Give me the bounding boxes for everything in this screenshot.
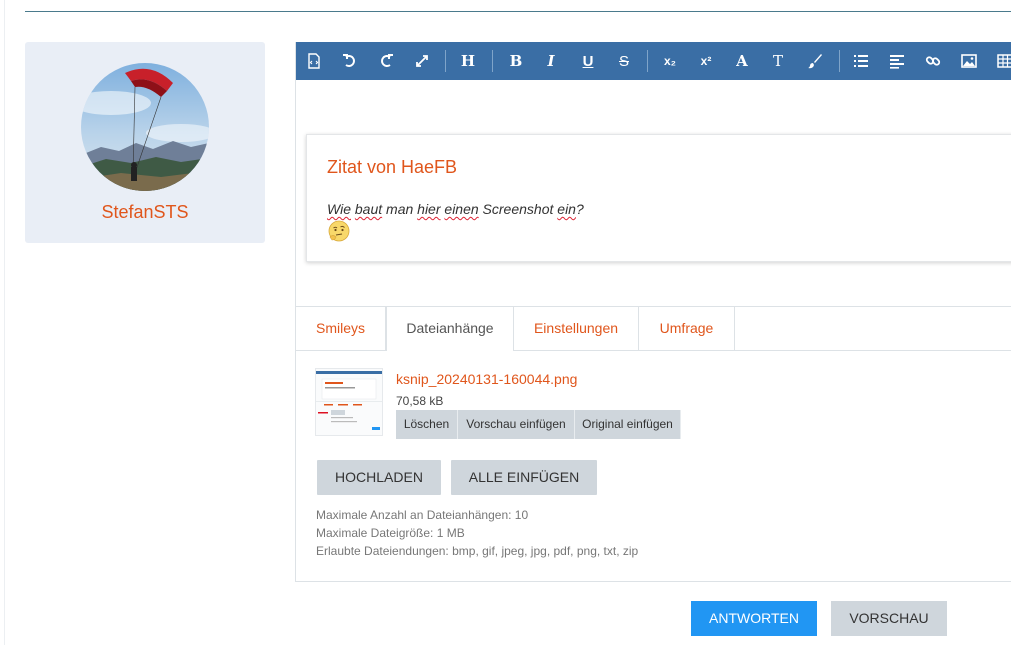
tab-settings[interactable]: Einstellungen [514,307,639,350]
heading-icon[interactable]: H [456,49,480,73]
redo-icon[interactable] [374,49,398,73]
quote-text-fragment: man [382,201,418,217]
top-divider [25,11,1011,12]
allowed-extensions-info: Erlaubte Dateiendungen: bmp, gif, jpeg, … [316,544,639,558]
author-card: StefanSTS [25,42,265,243]
link-icon[interactable] [921,49,945,73]
upload-button[interactable]: HOCHLADEN [317,460,441,495]
insert-all-button[interactable]: ALLE EINFÜGEN [451,460,597,495]
preview-button[interactable]: VORSCHAU [831,601,947,636]
undo-icon[interactable] [338,49,362,73]
editor: H B I U S x₂ x² A T Zitat von HaeFB Wie … [295,42,1011,582]
align-icon[interactable] [885,49,909,73]
font-color-icon[interactable]: A [730,49,754,73]
author-name[interactable]: StefanSTS [25,202,265,223]
misspelled-word: einen [444,201,479,217]
toolbar-separator [839,50,840,72]
source-icon[interactable] [302,49,326,73]
screenshot-thumbnail-icon [316,369,382,435]
tab-smileys[interactable]: Smileys [296,307,386,350]
image-icon[interactable] [957,49,981,73]
misspelled-word: Wie [327,201,351,217]
quote-title: Zitat von HaeFB [327,157,458,177]
table-icon[interactable] [993,49,1011,73]
tab-poll[interactable]: Umfrage [639,307,735,350]
quote-text-fragment: Screenshot [478,201,558,217]
editor-tabs: Smileys Dateianhänge Einstellungen Umfra… [296,306,1011,351]
max-attachments-info: Maximale Anzahl an Dateianhängen: 10 [316,508,529,522]
editor-toolbar: H B I U S x₂ x² A T [296,42,1011,80]
misspelled-word: ein [557,201,576,217]
tab-attachments[interactable]: Dateianhänge [386,307,514,351]
underline-icon[interactable]: U [576,49,600,73]
attachment-file-size: 70,58 kB [396,394,444,408]
attachment-file-name[interactable]: ksnip_20240131-160044.png [396,371,577,387]
attachment-thumbnail[interactable] [315,368,383,436]
superscript-icon[interactable]: x² [694,49,718,73]
paint-brush-icon[interactable] [803,49,827,73]
italic-icon[interactable]: I [539,49,563,73]
quote-text-fragment: ? [575,201,584,217]
bold-icon[interactable]: B [504,49,528,73]
strikethrough-icon[interactable]: S [612,49,636,73]
paraglider-photo-icon [81,63,209,191]
misspelled-word: baut [354,201,383,217]
subscript-icon[interactable]: x₂ [658,49,682,73]
thinking-face-icon [328,220,350,242]
page-left-border [4,0,5,645]
delete-attachment-button[interactable]: Löschen [396,410,458,439]
toolbar-separator [492,50,493,72]
insert-preview-button[interactable]: Vorschau einfügen [458,410,575,439]
quote-block[interactable]: Zitat von HaeFB Wie baut man hier einen … [306,134,1011,262]
max-file-size-info: Maximale Dateigröße: 1 MB [316,526,465,540]
list-icon[interactable] [849,49,873,73]
font-size-icon[interactable]: T [766,49,790,73]
toolbar-separator [445,50,446,72]
reply-button[interactable]: ANTWORTEN [691,601,817,636]
toolbar-separator [647,50,648,72]
insert-original-button[interactable]: Original einfügen [575,410,681,439]
avatar[interactable] [81,63,209,191]
quote-text: Wie baut man hier einen Screenshot ein? [327,201,584,217]
misspelled-word: hier [417,201,441,217]
fullscreen-icon[interactable] [410,49,434,73]
